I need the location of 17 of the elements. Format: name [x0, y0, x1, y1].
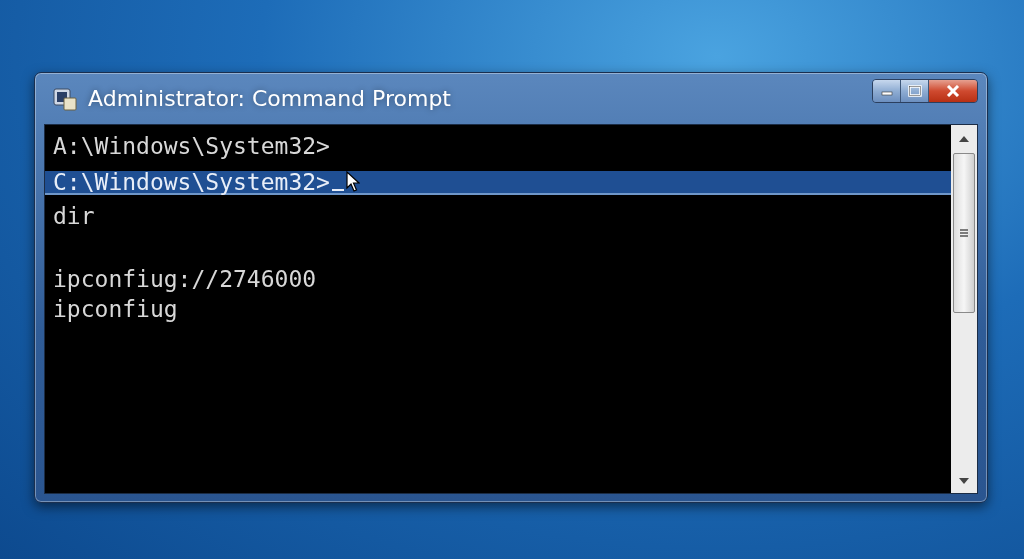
- console-line: ipconfiug: [53, 296, 178, 322]
- minimize-button[interactable]: [873, 80, 901, 102]
- console-line: A:\Windows\System32>: [53, 133, 330, 159]
- scroll-thumb[interactable]: [953, 153, 975, 313]
- scrollbar[interactable]: [951, 125, 977, 493]
- close-icon: [945, 85, 961, 97]
- console-line: dir: [53, 203, 95, 229]
- maximize-button[interactable]: [901, 80, 929, 102]
- scroll-down-arrow-icon[interactable]: [958, 477, 970, 485]
- console-line: C:\Windows\System32>: [53, 169, 330, 195]
- window-title: Administrator: Command Prompt: [88, 86, 452, 111]
- mouse-pointer-icon: [345, 171, 360, 193]
- app-icon: [52, 85, 78, 112]
- close-button[interactable]: [929, 80, 977, 102]
- console-line: ipconfiug://2746000: [53, 266, 317, 292]
- scroll-up-arrow-icon[interactable]: [958, 135, 970, 143]
- maximize-icon: [907, 85, 922, 97]
